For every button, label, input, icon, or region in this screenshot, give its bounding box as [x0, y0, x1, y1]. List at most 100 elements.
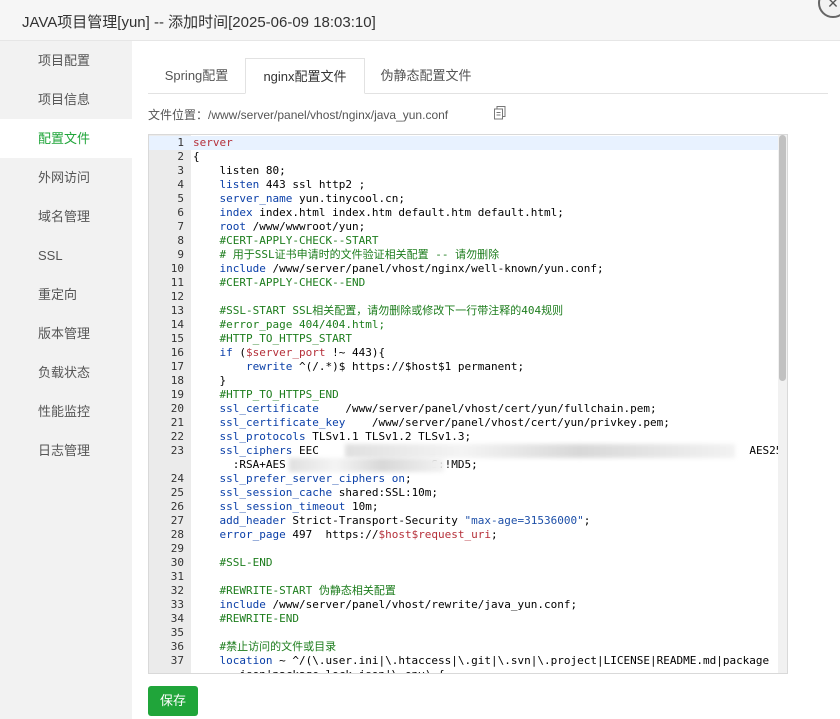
code-line[interactable]: 7 root /www/wwwroot/yun;	[149, 220, 787, 234]
line-code: #REWRITE-END	[219, 612, 299, 625]
sidebar-item-config-file[interactable]: 配置文件	[0, 119, 132, 158]
code-line[interactable]: 6 index index.html index.htm default.htm…	[149, 206, 787, 220]
code-line[interactable]: 36 #禁止访问的文件或目录	[149, 640, 787, 654]
window-title: JAVA项目管理[yun] -- 添加时间[2025-06-09 18:03:1…	[22, 14, 376, 31]
code-line[interactable]: 5 server_name yun.tinycool.cn;	[149, 192, 787, 206]
line-code: listen 443 ssl http2 ;	[219, 178, 366, 191]
line-code: #HTTP_TO_HTTPS_END	[219, 388, 339, 401]
code-line[interactable]: 9 # 用于SSL证书申请时的文件验证相关配置 -- 请勿删除	[149, 248, 787, 262]
line-number: 33	[170, 598, 184, 611]
code-line[interactable]: 30 #SSL-END	[149, 556, 787, 570]
line-number: 12	[170, 290, 184, 303]
save-button[interactable]: 保存	[148, 686, 198, 716]
editor-scrollbar[interactable]	[778, 135, 787, 673]
line-number: 23	[170, 444, 184, 457]
code-line[interactable]: 16 if ($server_port !~ 443){	[149, 346, 787, 360]
sidebar-item-ssl[interactable]: SSL	[0, 236, 132, 275]
line-code: index index.html index.htm default.htm d…	[219, 206, 564, 219]
sidebar-item-project-info[interactable]: 项目信息	[0, 80, 132, 119]
code-line[interactable]: .json|package-lock.json|\.env) {	[149, 668, 787, 673]
code-line[interactable]: 14 #error_page 404/404.html;	[149, 318, 787, 332]
line-number: 4	[177, 178, 184, 191]
sidebar: 项目配置 项目信息 配置文件 外网访问 域名管理 SSL 重定向 版本管理 负载…	[0, 41, 132, 719]
redacted-region	[345, 444, 735, 458]
code-line[interactable]: 21 ssl_certificate_key /www/server/panel…	[149, 416, 787, 430]
code-line[interactable]: 33 include /www/server/panel/vhost/rewri…	[149, 598, 787, 612]
line-code: ssl_certificate_key /www/server/panel/vh…	[219, 416, 670, 429]
sidebar-item-project-config[interactable]: 项目配置	[0, 41, 132, 80]
line-number: 26	[170, 500, 184, 513]
code-line[interactable]: 8 #CERT-APPLY-CHECK--START	[149, 234, 787, 248]
line-code: location ~ ^/(\.user.ini|\.htaccess|\.gi…	[219, 654, 770, 667]
line-code: add_header Strict-Transport-Security "ma…	[219, 514, 591, 527]
code-line[interactable]: 12	[149, 290, 787, 304]
code-line[interactable]: 2{	[149, 150, 787, 164]
sidebar-item-logs[interactable]: 日志管理	[0, 431, 132, 470]
tab-spring-config[interactable]: Spring配置	[148, 58, 245, 94]
code-lines: 1 server 2{3 listen 80; 4 listen 443 ssl ht…	[149, 136, 787, 673]
code-line[interactable]: 31	[149, 570, 787, 584]
code-line[interactable]: 19 #HTTP_TO_HTTPS_END	[149, 388, 787, 402]
code-line[interactable]: 34 #REWRITE-END	[149, 612, 787, 626]
code-line[interactable]: 11 #CERT-APPLY-CHECK--END	[149, 276, 787, 290]
sidebar-item-external-access[interactable]: 外网访问	[0, 158, 132, 197]
code-line[interactable]: 1 server	[149, 136, 787, 150]
line-code: #禁止访问的文件或目录	[219, 640, 337, 653]
line-code: #SSL-START SSL相关配置，请勿删除或修改下一行带注释的404规则	[219, 304, 564, 317]
code-line[interactable]: 24 ssl_prefer_server_ciphers on;	[149, 472, 787, 486]
sidebar-item-load-status[interactable]: 负载状态	[0, 353, 132, 392]
line-number: 30	[170, 556, 184, 569]
code-line[interactable]: 35	[149, 626, 787, 640]
code-line[interactable]: 29	[149, 542, 787, 556]
line-number: 16	[170, 346, 184, 359]
line-code: ssl_prefer_server_ciphers on;	[219, 472, 412, 485]
tab-rewrite-config[interactable]: 伪静态配置文件	[365, 58, 487, 94]
line-code: ssl_session_cache shared:SSL:10m;	[219, 486, 439, 499]
line-code: #REWRITE-START 伪静态相关配置	[219, 584, 396, 597]
code-editor[interactable]: 1 server 2{3 listen 80; 4 listen 443 ssl ht…	[148, 134, 788, 674]
code-line[interactable]: 26 ssl_session_timeout 10m;	[149, 500, 787, 514]
code-line[interactable]: 27 add_header Strict-Transport-Security …	[149, 514, 787, 528]
line-code: #SSL-END	[219, 556, 273, 569]
sidebar-item-domain[interactable]: 域名管理	[0, 197, 132, 236]
code-line[interactable]: 3 listen 80;	[149, 164, 787, 178]
code-line[interactable]: 22 ssl_protocols TLSv1.1 TLSv1.2 TLSv1.3…	[149, 430, 787, 444]
line-code: server_name yun.tinycool.cn;	[219, 192, 405, 205]
title-bar: JAVA项目管理[yun] -- 添加时间[2025-06-09 18:03:1…	[0, 0, 840, 41]
line-number: 36	[170, 640, 184, 653]
sidebar-item-redirect[interactable]: 重定向	[0, 275, 132, 314]
sidebar-item-performance[interactable]: 性能监控	[0, 392, 132, 431]
scrollbar-thumb[interactable]	[779, 135, 786, 381]
line-number: 1	[177, 136, 184, 149]
line-code: root /www/wwwroot/yun;	[219, 220, 366, 233]
copy-icon[interactable]	[494, 106, 506, 120]
line-code: # 用于SSL证书申请时的文件验证相关配置 -- 请勿删除	[219, 248, 500, 261]
code-line[interactable]: 4 listen 443 ssl http2 ;	[149, 178, 787, 192]
line-code: error_page 497 https://$host$request_uri…	[219, 528, 498, 541]
code-line[interactable]: 18 }	[149, 374, 787, 388]
line-number: 7	[177, 220, 184, 233]
tab-nginx-config[interactable]: nginx配置文件	[245, 58, 365, 94]
sidebar-item-version[interactable]: 版本管理	[0, 314, 132, 353]
line-number: 2	[177, 150, 184, 163]
code-line[interactable]: 25 ssl_session_cache shared:SSL:10m;	[149, 486, 787, 500]
code-line[interactable]: 28 error_page 497 https://$host$request_…	[149, 528, 787, 542]
code-line[interactable]: 37 location ~ ^/(\.user.ini|\.htaccess|\…	[149, 654, 787, 668]
line-number: 19	[170, 388, 184, 401]
code-line[interactable]: 32 #REWRITE-START 伪静态相关配置	[149, 584, 787, 598]
line-number: 8	[177, 234, 184, 247]
line-code: include /www/server/panel/vhost/nginx/we…	[219, 262, 604, 275]
code-line[interactable]: 17 rewrite ^(/.*)$ https://$host$1 perma…	[149, 360, 787, 374]
line-code: {	[193, 150, 200, 163]
line-number: 5	[177, 192, 184, 205]
code-line[interactable]: 20 ssl_certificate /www/server/panel/vho…	[149, 402, 787, 416]
code-line[interactable]: :RSA+AES S:!MD5;	[149, 458, 787, 472]
line-code: server	[193, 136, 233, 149]
line-code: ssl_certificate /www/server/panel/vhost/…	[219, 402, 657, 415]
line-code: listen 80;	[193, 164, 286, 177]
code-line[interactable]: 13 #SSL-START SSL相关配置，请勿删除或修改下一行带注释的404规…	[149, 304, 787, 318]
code-line[interactable]: 10 include /www/server/panel/vhost/nginx…	[149, 262, 787, 276]
line-number: 35	[170, 626, 184, 639]
line-number: 14	[170, 318, 184, 331]
code-line[interactable]: 15 #HTTP_TO_HTTPS_START	[149, 332, 787, 346]
